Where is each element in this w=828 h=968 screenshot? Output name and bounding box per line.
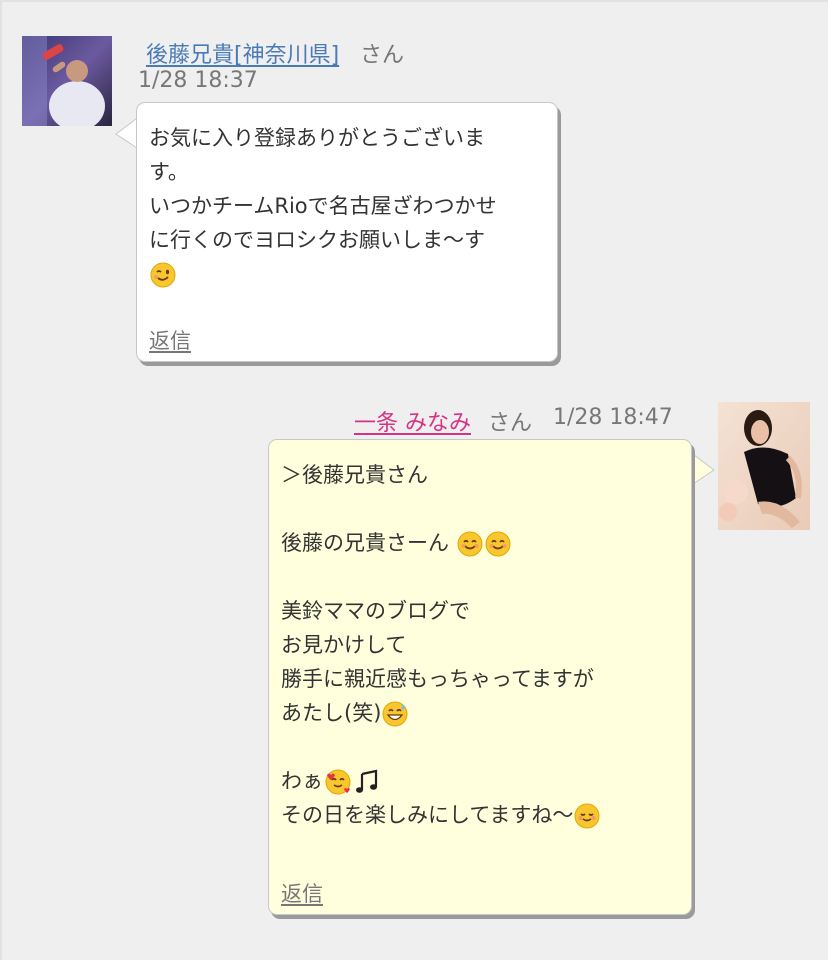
music-notes-icon (356, 769, 378, 793)
wink-emoji-icon (150, 262, 176, 288)
message-line: す。 (149, 160, 189, 184)
message-line: お気に入り登録ありがとうございま (149, 126, 485, 150)
sender-suffix: さん (360, 43, 405, 68)
message-line: 勝手に親近感もっちゃってますが (281, 667, 594, 691)
message-line (149, 257, 497, 291)
sender-avatar-goto[interactable] (22, 36, 112, 126)
sender-avatar-minami[interactable] (718, 402, 810, 530)
reply-link[interactable]: 返信 (281, 878, 323, 908)
message-bubble: お気に入り登録ありがとうございま す。 いつかチームRioで名古屋ざわつかせ に… (136, 102, 558, 362)
sweat-smile-emoji-icon (382, 701, 408, 727)
message-line: その日を楽しみにしてますね〜 (281, 798, 601, 832)
reply-link[interactable]: 返信 (149, 325, 191, 355)
message-bubble: ＞後藤兄貴さん 後藤の兄貴さーん 美鈴ママのブログで お見かけして 勝手に親近感… (268, 439, 692, 915)
quote-line: ＞後藤兄貴さん (281, 463, 428, 487)
message-line: あたし(笑) (281, 696, 601, 730)
smile-emoji-icon (457, 531, 483, 557)
chat-thread: 後藤兄貴[神奈川県] さん 1/28 18:37 お気に入り登録ありがとうござい… (0, 0, 828, 960)
message-line: 美鈴ママのブログで (281, 599, 470, 623)
smile-emoji-icon (485, 531, 511, 557)
bubble-tail (688, 450, 715, 490)
message-line: 後藤の兄貴さーん (281, 526, 601, 560)
smiling-face-emoji-icon (574, 803, 600, 829)
sender-name-link[interactable]: 一条 みなみ (354, 405, 471, 437)
hearts-face-emoji-icon (325, 769, 351, 795)
message-line: お見かけして (281, 633, 407, 657)
message-timestamp: 1/28 18:47 (553, 405, 673, 430)
message-line: に行くのでヨロシクお願いしま〜す (149, 228, 485, 252)
sender-name-link[interactable]: 後藤兄貴[神奈川県] (146, 37, 339, 69)
message-line: いつかチームRioで名古屋ざわつかせ (149, 194, 497, 218)
sender-suffix: さん (488, 411, 533, 436)
message-line: わぁ (281, 764, 601, 798)
message-timestamp: 1/28 18:37 (138, 68, 258, 93)
